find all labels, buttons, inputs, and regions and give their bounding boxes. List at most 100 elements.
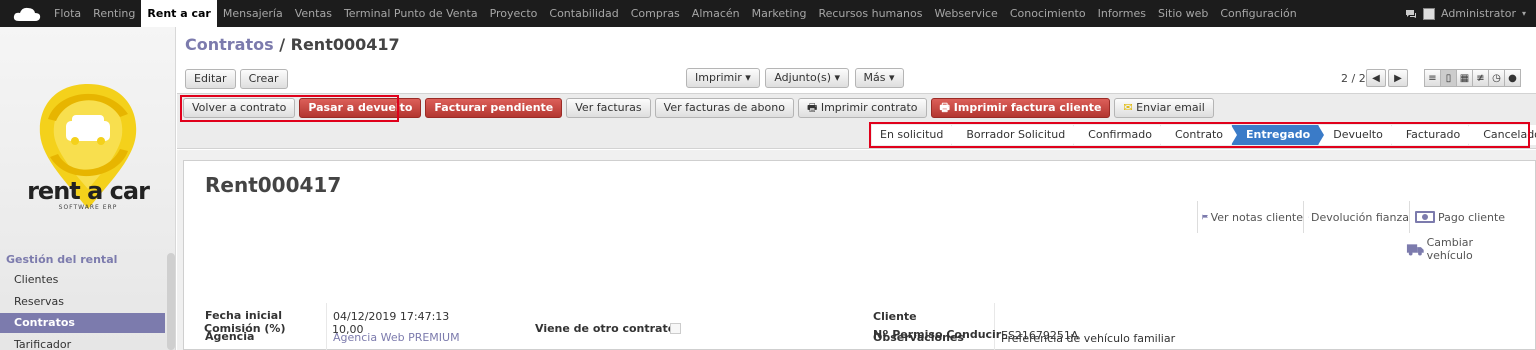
sidebar-item-reservas[interactable]: Reservas	[0, 292, 165, 312]
client-payment-button[interactable]: Pago cliente	[1409, 201, 1515, 233]
field-label-fecha: Fecha inicial	[205, 309, 282, 322]
smart-buttons: Ver notas cliente Devolución fianza Pago…	[1197, 201, 1515, 233]
change-vehicle-button[interactable]: Cambiar vehículo	[1406, 233, 1516, 265]
highlight-box	[180, 95, 399, 122]
deposit-return-button[interactable]: Devolución fianza	[1303, 201, 1409, 233]
divider	[994, 303, 995, 350]
menu-webservice[interactable]: Webservice	[928, 0, 1003, 27]
field-label-cliente: Cliente	[873, 310, 917, 323]
clock-icon: ◷	[1492, 72, 1501, 84]
send-email-button[interactable]: ✉ Enviar email	[1114, 98, 1214, 118]
menu-tpv[interactable]: Terminal Punto de Venta	[338, 0, 484, 27]
print-invoice-label: Imprimir factura cliente	[953, 101, 1102, 114]
main-menu: Flota Renting Rent a car Mensajería Vent…	[48, 0, 1303, 27]
money-icon	[1415, 211, 1435, 223]
cloud-logo-icon[interactable]	[12, 5, 42, 23]
breadcrumb-parent[interactable]: Contratos	[185, 35, 274, 54]
calendar-view-button[interactable]: ▦	[1456, 69, 1473, 87]
menu-configuracion[interactable]: Configuración	[1214, 0, 1302, 27]
list-view-button[interactable]: ≡	[1424, 69, 1441, 87]
divider	[326, 303, 327, 350]
menu-flota[interactable]: Flota	[48, 0, 87, 27]
share-arrow-icon	[1308, 216, 1309, 218]
printer-icon: 🖶	[939, 101, 950, 114]
field-label-permiso: Nº Permiso Conducir	[873, 328, 1002, 341]
menu-conocimiento[interactable]: Conocimiento	[1004, 0, 1092, 27]
client-notes-button[interactable]: Ver notas cliente	[1197, 201, 1303, 233]
more-dropdown[interactable]: Más ▾	[854, 68, 904, 88]
user-menu[interactable]: Administrator	[1441, 7, 1516, 20]
next-record-button[interactable]: ▶	[1388, 69, 1408, 87]
brand-subtitle: SOFTWARE ERP	[58, 204, 118, 211]
send-email-label: Enviar email	[1136, 101, 1205, 114]
breadcrumb-separator: /	[279, 35, 286, 54]
sidebar: rent a car SOFTWARE ERP Gestión del rent…	[0, 27, 176, 350]
menu-mensajeria[interactable]: Mensajería	[217, 0, 289, 27]
menu-almacen[interactable]: Almacén	[686, 0, 746, 27]
top-navbar: Flota Renting Rent a car Mensajería Vent…	[0, 0, 1536, 27]
menu-rrhh[interactable]: Recursos humanos	[812, 0, 928, 27]
activity-view-button[interactable]: ◷	[1488, 69, 1505, 87]
from-other-contract-checkbox[interactable]	[670, 323, 681, 334]
menu-compras[interactable]: Compras	[625, 0, 686, 27]
print-contract-button[interactable]: 🖶 Imprimir contrato	[797, 98, 927, 118]
main-content: Contratos / Rent000417 Editar Crear Impri…	[177, 27, 1536, 350]
calendar-icon: ▦	[1459, 72, 1470, 84]
chat-icon[interactable]	[1405, 8, 1417, 20]
menu-renting[interactable]: Renting	[87, 0, 141, 27]
field-label-comision: Comisión (%)	[204, 322, 286, 335]
arrow-right-icon: ▶	[1394, 72, 1402, 84]
list-icon: ≡	[1428, 72, 1437, 84]
sidebar-scrollbar[interactable]	[167, 253, 175, 350]
create-button[interactable]: Crear	[239, 69, 288, 89]
avatar[interactable]	[1422, 7, 1435, 20]
print-dropdown[interactable]: Imprimir ▾	[686, 68, 760, 88]
sidebar-item-tarificador[interactable]: Tarificador	[0, 335, 165, 350]
client-notes-label: Ver notas cliente	[1210, 210, 1303, 224]
client-payment-label: Pago cliente	[1438, 210, 1506, 224]
brand-name: rent a car	[27, 177, 150, 205]
form-sheet: Rent000417 Ver notas cliente Devolución …	[183, 160, 1536, 350]
menu-marketing[interactable]: Marketing	[746, 0, 813, 27]
record-title: Rent000417	[205, 173, 342, 197]
rent-a-car-logo-icon[interactable]	[28, 69, 148, 239]
pager-arrows: ◀ ▶	[1366, 69, 1408, 87]
form-buttons: Editar Crear	[185, 69, 292, 89]
menu-sitio-web[interactable]: Sitio web	[1152, 0, 1214, 27]
menu-rent-a-car[interactable]: Rent a car	[141, 0, 217, 27]
attachment-dropdown[interactable]: Adjunto(s) ▾	[765, 68, 850, 88]
view-switcher: ≡ ▯ ▦ ≢ ◷ ●	[1424, 69, 1521, 87]
printer-icon: 🖶	[806, 101, 818, 114]
map-view-button[interactable]: ●	[1504, 69, 1521, 87]
arrow-left-icon: ◀	[1372, 72, 1380, 84]
print-invoice-button[interactable]: 🖶 Imprimir factura cliente	[930, 98, 1111, 118]
action-header: Volver a contrato Pasar a devuelto Factu…	[177, 93, 1536, 149]
field-label-otro-contrato: Viene de otro contrato	[535, 322, 676, 335]
deposit-return-label: Devolución fianza	[1311, 210, 1409, 224]
breadcrumb: Contratos / Rent000417	[185, 35, 400, 54]
sidebar-dropdowns: Imprimir ▾ Adjunto(s) ▾ Más ▾	[686, 68, 906, 88]
view-refund-invoices-button[interactable]: Ver facturas de abono	[654, 98, 794, 118]
caret-down-icon: ▾	[1521, 9, 1526, 18]
menu-ventas[interactable]: Ventas	[289, 0, 338, 27]
sidebar-item-clientes[interactable]: Clientes	[0, 270, 165, 290]
sidebar-item-contratos[interactable]: Contratos	[0, 313, 165, 333]
edit-button[interactable]: Editar	[185, 69, 236, 89]
field-value-fecha: 04/12/2019 17:47:13	[333, 310, 450, 323]
view-invoices-button[interactable]: Ver facturas	[566, 98, 651, 118]
menu-contabilidad[interactable]: Contabilidad	[543, 0, 624, 27]
menu-proyecto[interactable]: Proyecto	[484, 0, 544, 27]
nav-section-title: Gestión del rental	[6, 253, 118, 266]
map-icon: ●	[1508, 72, 1517, 84]
envelope-icon: ✉	[1123, 101, 1133, 114]
highlight-box	[869, 122, 1530, 148]
field-value-comision: 10,00	[332, 323, 364, 336]
flag-icon	[1202, 214, 1208, 220]
breadcrumb-current: Rent000417	[290, 35, 400, 54]
gantt-view-button[interactable]: ≢	[1472, 69, 1489, 87]
form-icon: ▯	[1445, 72, 1452, 84]
invoice-pending-button[interactable]: Facturar pendiente	[425, 98, 563, 118]
menu-informes[interactable]: Informes	[1092, 0, 1152, 27]
previous-record-button[interactable]: ◀	[1366, 69, 1386, 87]
form-view-button[interactable]: ▯	[1440, 69, 1457, 87]
